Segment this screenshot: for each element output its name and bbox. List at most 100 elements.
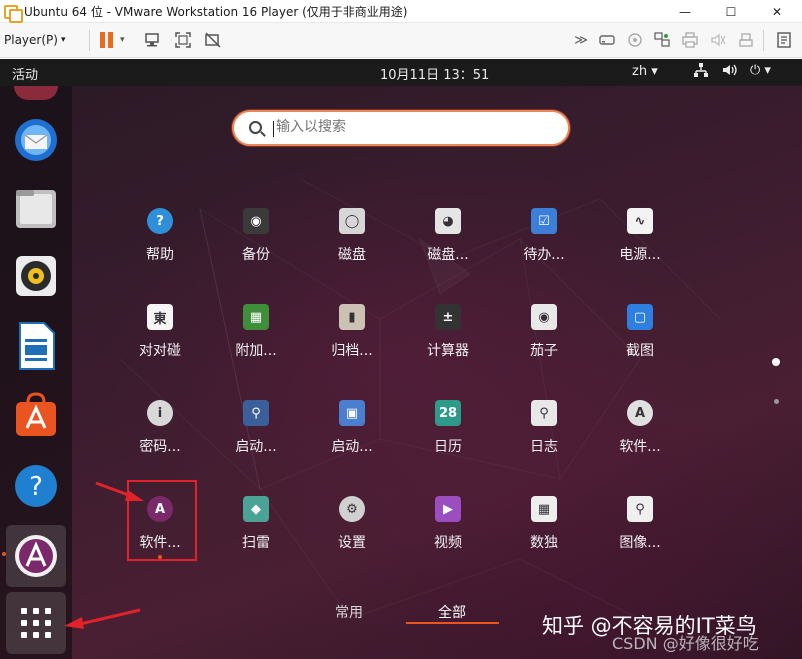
app-label: 密码... bbox=[139, 439, 181, 455]
app-mahjongg[interactable]: 東对对碰 bbox=[118, 304, 202, 384]
ubuntu-desktop: 活动 10月11日 13：51 zh ▾ ⏻ ▾ ? 输入以搜索 ? 帮助 ◉ … bbox=[0, 59, 802, 659]
app-label: 日志 bbox=[530, 439, 558, 455]
ubuntu-dock: ? bbox=[0, 86, 72, 659]
annotation-arrow bbox=[64, 608, 141, 629]
app-calculator[interactable]: ± 计算器 bbox=[406, 304, 490, 384]
chevron-down-icon: ▾ bbox=[60, 35, 66, 45]
search-icon bbox=[249, 121, 262, 134]
app-backup[interactable]: ◉ 备份 bbox=[214, 208, 298, 288]
send-ctrl-alt-del-icon[interactable] bbox=[143, 29, 163, 51]
csdn-watermark: CSDN @好像很好吃 bbox=[612, 634, 759, 653]
activities-button[interactable]: 活动 bbox=[12, 64, 38, 83]
libreoffice-writer-icon[interactable] bbox=[8, 318, 64, 374]
page-indicator[interactable] bbox=[774, 399, 779, 404]
app-todo[interactable]: ☑ 待办... bbox=[502, 208, 586, 288]
files-icon[interactable] bbox=[8, 180, 64, 236]
software-properties-icon[interactable] bbox=[6, 525, 66, 587]
network-icon[interactable] bbox=[694, 63, 708, 81]
hard-disk-icon[interactable] bbox=[736, 29, 756, 51]
app-archive-manager[interactable]: ▮ 归档... bbox=[310, 304, 394, 384]
settings-icon: ⚙ bbox=[339, 496, 365, 522]
app-help[interactable]: ? 帮助 bbox=[118, 208, 202, 288]
startup-disk-icon: ⚲ bbox=[243, 400, 269, 426]
vmware-logo-icon bbox=[4, 3, 23, 23]
software-center-icon[interactable] bbox=[8, 388, 64, 444]
pause-icon[interactable] bbox=[97, 29, 115, 51]
chevron-down-icon[interactable]: ▾ bbox=[120, 29, 125, 51]
image-viewer-icon: ⚲ bbox=[627, 496, 653, 522]
app-logs[interactable]: ⚲ 日志 bbox=[502, 400, 586, 480]
app-label: 归档... bbox=[331, 343, 373, 359]
printer-icon[interactable] bbox=[680, 29, 700, 51]
rhythmbox-icon[interactable] bbox=[8, 248, 64, 304]
calendar-icon: 28 bbox=[435, 400, 461, 426]
app-videos[interactable]: ▶ 视频 bbox=[406, 496, 490, 576]
app-label: 帮助 bbox=[146, 247, 174, 263]
minimize-button[interactable]: — bbox=[662, 0, 708, 23]
app-passwords[interactable]: i 密码... bbox=[118, 400, 202, 480]
vmware-toolbar: Player(P) ▾ ▾ ≫ bbox=[0, 23, 802, 58]
network-status-icon[interactable] bbox=[625, 29, 645, 51]
app-label: 日历 bbox=[434, 439, 462, 455]
app-disk-usage[interactable]: ◕ 磁盘... bbox=[406, 208, 490, 288]
calculator-icon: ± bbox=[435, 304, 461, 330]
startup-apps-icon: ▣ bbox=[339, 400, 365, 426]
maximize-button[interactable]: ☐ bbox=[708, 0, 754, 23]
network-adapter-icon[interactable] bbox=[652, 29, 672, 51]
app-label: 扫雷 bbox=[242, 535, 270, 551]
app-screenshot[interactable]: ▢ 截图 bbox=[598, 304, 682, 384]
show-apps-icon[interactable] bbox=[6, 592, 66, 654]
app-label: 电源... bbox=[619, 247, 661, 263]
archive-manager-icon: ▮ bbox=[339, 304, 365, 330]
volume-icon[interactable] bbox=[722, 63, 738, 81]
fullscreen-icon[interactable] bbox=[173, 29, 193, 51]
thunderbird-icon[interactable] bbox=[8, 112, 64, 168]
app-calendar[interactable]: 28 日历 bbox=[406, 400, 490, 480]
tab-all[interactable]: 全部 bbox=[438, 602, 466, 622]
app-image-viewer[interactable]: ⚲ 图像... bbox=[598, 496, 682, 576]
svg-text:?: ? bbox=[29, 472, 43, 502]
app-settings[interactable]: ⚙ 设置 bbox=[310, 496, 394, 576]
title-bar: Ubuntu 64 位 - VMware Workstation 16 Play… bbox=[0, 0, 802, 23]
fast-forward-icon[interactable]: ≫ bbox=[572, 29, 590, 51]
power-menu[interactable]: ⏻ ▾ bbox=[750, 63, 771, 78]
backup-icon: ◉ bbox=[243, 208, 269, 234]
unity-icon[interactable] bbox=[203, 29, 223, 51]
videos-icon: ▶ bbox=[435, 496, 461, 522]
disk-usage-icon: ◕ bbox=[435, 208, 461, 234]
input-method-selector[interactable]: zh ▾ bbox=[632, 64, 658, 79]
app-label: 启动... bbox=[331, 439, 373, 455]
app-label: 茄子 bbox=[530, 343, 558, 359]
app-sudoku[interactable]: ▦ 数独 bbox=[502, 496, 586, 576]
player-menu-label: Player(P) bbox=[4, 33, 58, 47]
app-startup-apps[interactable]: ▣ 启动... bbox=[310, 400, 394, 480]
app-software-updater[interactable]: A 软件... bbox=[598, 400, 682, 480]
removable-device-icon[interactable] bbox=[597, 29, 617, 51]
app-label: 设置 bbox=[338, 535, 366, 551]
app-label: 计算器 bbox=[427, 343, 469, 359]
app-startup-disk[interactable]: ⚲ 启动... bbox=[214, 400, 298, 480]
app-label: 启动... bbox=[235, 439, 277, 455]
app-label: 视频 bbox=[434, 535, 462, 551]
app-mines[interactable]: ◆ 扫雷 bbox=[214, 496, 298, 576]
clock[interactable]: 10月11日 13：51 bbox=[380, 64, 489, 83]
tab-active-underline bbox=[406, 622, 499, 624]
app-cheese[interactable]: ◉ 茄子 bbox=[502, 304, 586, 384]
text-cursor bbox=[273, 121, 274, 137]
notes-icon[interactable] bbox=[774, 29, 794, 51]
search-input[interactable] bbox=[276, 119, 556, 135]
help-icon[interactable]: ? bbox=[8, 458, 64, 514]
app-label: 截图 bbox=[626, 343, 654, 359]
app-additional-drivers[interactable]: ▦ 附加... bbox=[214, 304, 298, 384]
player-menu[interactable]: Player(P) ▾ bbox=[4, 29, 65, 51]
app-label: 磁盘 bbox=[338, 247, 366, 263]
search-box[interactable] bbox=[232, 110, 570, 146]
sound-card-icon[interactable] bbox=[708, 29, 728, 51]
app-disks[interactable]: ◯ 磁盘 bbox=[310, 208, 394, 288]
tab-frequent[interactable]: 常用 bbox=[335, 602, 363, 622]
screenshot-icon: ▢ bbox=[627, 304, 653, 330]
close-button[interactable]: ✕ bbox=[754, 0, 800, 23]
app-label: 备份 bbox=[242, 247, 270, 263]
app-power-stats[interactable]: ∿ 电源... bbox=[598, 208, 682, 288]
page-indicator-active[interactable] bbox=[772, 358, 780, 366]
